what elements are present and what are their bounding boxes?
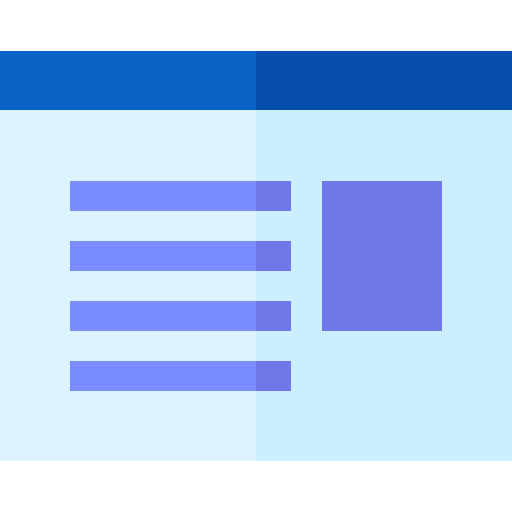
text-line-3 [70,301,256,331]
window-header-right [256,51,512,110]
text-line-4-shade [256,361,291,391]
window-header-left [0,51,256,110]
icon-canvas [0,0,512,512]
text-line-3-shade [256,301,291,331]
image-placeholder [322,181,442,331]
text-line-1-shade [256,181,291,211]
text-line-2-shade [256,241,291,271]
text-line-1 [70,181,256,211]
text-line-2 [70,241,256,271]
window-body-left [0,110,256,461]
text-line-4 [70,361,256,391]
webpage-layout-icon [0,51,512,461]
